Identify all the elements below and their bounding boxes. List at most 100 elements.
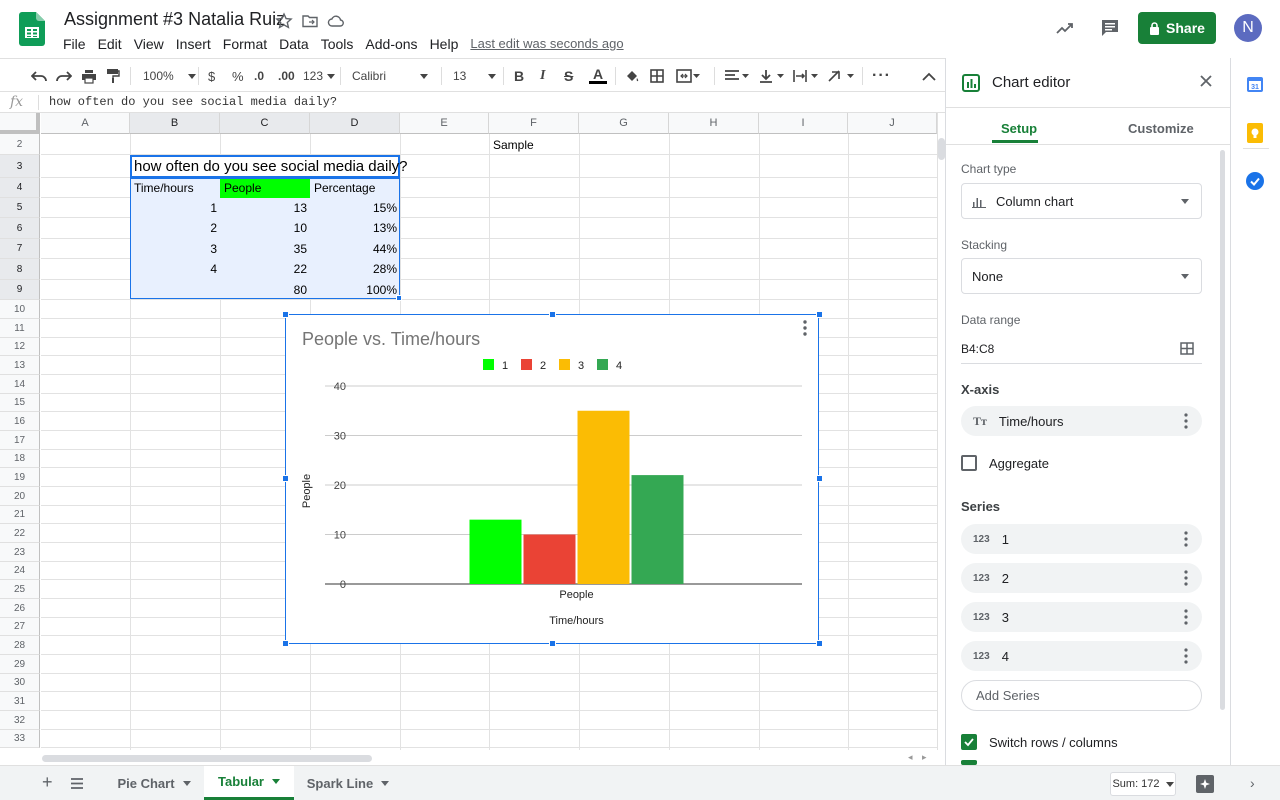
row-header[interactable]: 4 <box>0 178 40 198</box>
paint-format-icon[interactable] <box>106 67 120 85</box>
aggregate-checkbox[interactable] <box>961 455 977 471</box>
row-header[interactable]: 29 <box>0 655 40 674</box>
menu-tools[interactable]: Tools <box>315 35 360 53</box>
column-header[interactable]: I <box>759 113 848 134</box>
chart-type-dropdown[interactable]: Column chart <box>961 183 1202 219</box>
comments-icon[interactable] <box>1100 18 1120 41</box>
percent-format-button[interactable]: % <box>232 67 244 85</box>
chart-resize-handle[interactable] <box>549 640 556 647</box>
sheet-tab-spark-line[interactable]: Spark Line <box>294 766 402 800</box>
series-pill[interactable]: 123 1 <box>961 524 1202 554</box>
switch-rows-columns-checkbox[interactable] <box>961 734 977 750</box>
redo-icon[interactable] <box>56 67 72 85</box>
last-edit-link[interactable]: Last edit was seconds ago <box>470 35 623 53</box>
currency-format-button[interactable]: $ <box>208 67 215 85</box>
select-range-icon[interactable] <box>1180 342 1194 358</box>
row-header[interactable]: 30 <box>0 674 40 692</box>
column-header[interactable]: H <box>669 113 759 134</box>
row-header[interactable]: 32 <box>0 711 40 730</box>
more-formats-button[interactable]: 123 <box>303 67 336 85</box>
move-folder-icon[interactable] <box>301 12 319 30</box>
tasks-icon[interactable] <box>1246 172 1264 193</box>
row-header[interactable]: 20 <box>0 487 40 506</box>
font-size-select[interactable]: 13 <box>453 67 497 85</box>
sheets-logo-icon[interactable] <box>19 12 45 46</box>
avatar[interactable]: N <box>1234 14 1262 42</box>
select-all-corner[interactable] <box>0 113 40 134</box>
menu-view[interactable]: View <box>128 35 170 53</box>
chart-resize-handle[interactable] <box>282 640 289 647</box>
chart-resize-handle[interactable] <box>816 640 823 647</box>
tab-customize[interactable]: Customize <box>1128 121 1194 136</box>
editor-scroll-thumb[interactable] <box>1220 150 1225 710</box>
row-header[interactable]: 16 <box>0 412 40 431</box>
column-header[interactable]: A <box>41 113 130 134</box>
sheet-tab-pie-chart[interactable]: Pie Chart <box>104 766 204 800</box>
calendar-icon[interactable]: 31 <box>1246 75 1264 96</box>
explore-icon[interactable] <box>1196 775 1214 796</box>
print-icon[interactable] <box>81 67 97 85</box>
text-rotation-icon[interactable] <box>828 67 856 85</box>
menu-help[interactable]: Help <box>424 35 465 53</box>
all-sheets-icon[interactable] <box>71 777 83 792</box>
sum-indicator[interactable]: Sum: 172 <box>1110 772 1176 796</box>
menu-edit[interactable]: Edit <box>92 35 128 53</box>
italic-button[interactable]: I <box>540 67 545 85</box>
more-vert-icon[interactable] <box>1184 609 1188 625</box>
text-wrapping-icon[interactable] <box>793 67 819 85</box>
table-title-cell[interactable]: how often do you see social media daily? <box>131 156 411 177</box>
add-series-button[interactable]: Add Series <box>961 680 1202 711</box>
scroll-right-icon[interactable]: ▸ <box>922 752 927 763</box>
row-header[interactable]: 8 <box>0 259 40 280</box>
series-pill[interactable]: 123 3 <box>961 602 1202 632</box>
stacking-dropdown[interactable]: None <box>961 258 1202 294</box>
row-header[interactable]: 14 <box>0 375 40 394</box>
menu-format[interactable]: Format <box>217 35 273 53</box>
column-header[interactable]: B <box>130 113 220 134</box>
horizontal-scroll-thumb[interactable] <box>42 755 372 762</box>
close-icon[interactable] <box>1200 75 1212 90</box>
chart-resize-handle[interactable] <box>549 311 556 318</box>
decrease-decimal-button[interactable]: .0 <box>254 67 264 85</box>
chart-resize-handle[interactable] <box>282 475 289 482</box>
cell-F2[interactable]: Sample <box>490 135 537 155</box>
tab-setup[interactable]: Setup <box>1001 121 1037 136</box>
horizontal-align-icon[interactable] <box>724 67 750 85</box>
document-title[interactable]: Assignment #3 Natalia Ruiz <box>64 9 285 30</box>
more-vert-icon[interactable] <box>1184 531 1188 547</box>
row-header[interactable]: 27 <box>0 618 40 636</box>
row-header[interactable]: 2 <box>0 134 40 155</box>
menu-insert[interactable]: Insert <box>170 35 217 53</box>
row-header[interactable]: 9 <box>0 280 40 300</box>
menu-file[interactable]: File <box>63 35 92 53</box>
data-range-input[interactable]: B4:C8 <box>961 342 994 356</box>
column-header[interactable]: J <box>848 113 937 134</box>
row-header[interactable]: 7 <box>0 239 40 259</box>
row-header[interactable]: 11 <box>0 319 40 338</box>
text-color-button[interactable]: A <box>589 67 607 85</box>
row-header[interactable]: 6 <box>0 218 40 239</box>
row-header[interactable]: 22 <box>0 524 40 543</box>
chart-resize-handle[interactable] <box>282 311 289 318</box>
formula-input[interactable]: how often do you see social media daily? <box>49 95 337 109</box>
scroll-left-icon[interactable]: ◂ <box>908 752 913 763</box>
horizontal-scrollbar[interactable]: ◂ ▸ <box>0 750 945 765</box>
sheet-tab-tabular[interactable]: Tabular <box>204 766 294 800</box>
vertical-align-icon[interactable] <box>759 67 785 85</box>
activity-trend-icon[interactable] <box>1055 18 1075 41</box>
merge-cells-icon[interactable] <box>676 67 700 85</box>
expand-side-panel-icon[interactable]: › <box>1250 775 1255 791</box>
column-header[interactable]: E <box>400 113 489 134</box>
bold-button[interactable]: B <box>514 67 524 85</box>
vertical-scrollbar[interactable] <box>937 113 945 750</box>
row-header[interactable]: 15 <box>0 394 40 412</box>
row-header[interactable]: 5 <box>0 198 40 218</box>
column-header[interactable]: D <box>310 113 400 134</box>
keep-icon[interactable] <box>1247 123 1263 146</box>
row-header[interactable]: 21 <box>0 506 40 524</box>
collapse-toolbar-icon[interactable] <box>922 67 936 85</box>
row-header[interactable]: 33 <box>0 730 40 748</box>
strikethrough-button[interactable]: S <box>564 67 573 85</box>
fill-handle[interactable] <box>396 295 402 301</box>
formula-bar[interactable]: fx how often do you see social media dai… <box>0 92 945 113</box>
